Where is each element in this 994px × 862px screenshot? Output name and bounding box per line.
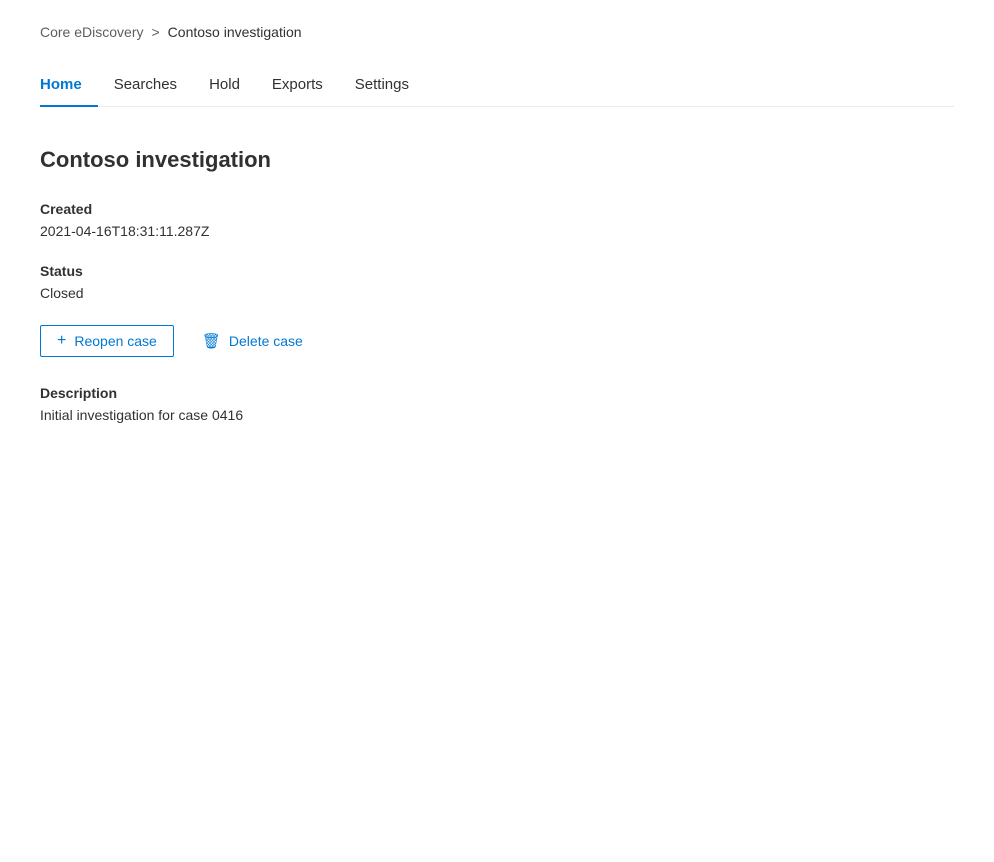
plus-icon: + [57, 332, 66, 350]
description-field-group: Description Initial investigation for ca… [40, 385, 954, 423]
created-field-group: Created 2021-04-16T18:31:11.287Z [40, 201, 954, 239]
case-title: Contoso investigation [40, 147, 954, 173]
description-value: Initial investigation for case 0416 [40, 407, 954, 423]
delete-case-button[interactable]: 🗑 Delete case [190, 326, 315, 356]
tab-searches[interactable]: Searches [98, 64, 193, 107]
breadcrumb-current: Contoso investigation [168, 24, 302, 40]
breadcrumb: Core eDiscovery > Contoso investigation [40, 24, 954, 40]
reopen-case-button[interactable]: + Reopen case [40, 325, 174, 357]
page-container: Core eDiscovery > Contoso investigation … [0, 0, 994, 479]
description-label: Description [40, 385, 954, 401]
tab-hold[interactable]: Hold [193, 64, 256, 107]
breadcrumb-separator: > [151, 24, 159, 40]
status-field-group: Status Closed [40, 263, 954, 301]
tabs-container: Home Searches Hold Exports Settings [40, 64, 954, 107]
reopen-case-label: Reopen case [74, 333, 157, 349]
status-value: Closed [40, 285, 954, 301]
actions-row: + Reopen case 🗑 Delete case [40, 325, 954, 357]
tab-exports[interactable]: Exports [256, 64, 339, 107]
tab-settings[interactable]: Settings [339, 64, 425, 107]
tab-home[interactable]: Home [40, 64, 98, 107]
trash-icon: 🗑 [202, 332, 221, 350]
status-label: Status [40, 263, 954, 279]
breadcrumb-parent-link[interactable]: Core eDiscovery [40, 24, 143, 40]
created-label: Created [40, 201, 954, 217]
created-value: 2021-04-16T18:31:11.287Z [40, 223, 954, 239]
delete-case-label: Delete case [229, 333, 303, 349]
content-area: Contoso investigation Created 2021-04-16… [40, 139, 954, 455]
